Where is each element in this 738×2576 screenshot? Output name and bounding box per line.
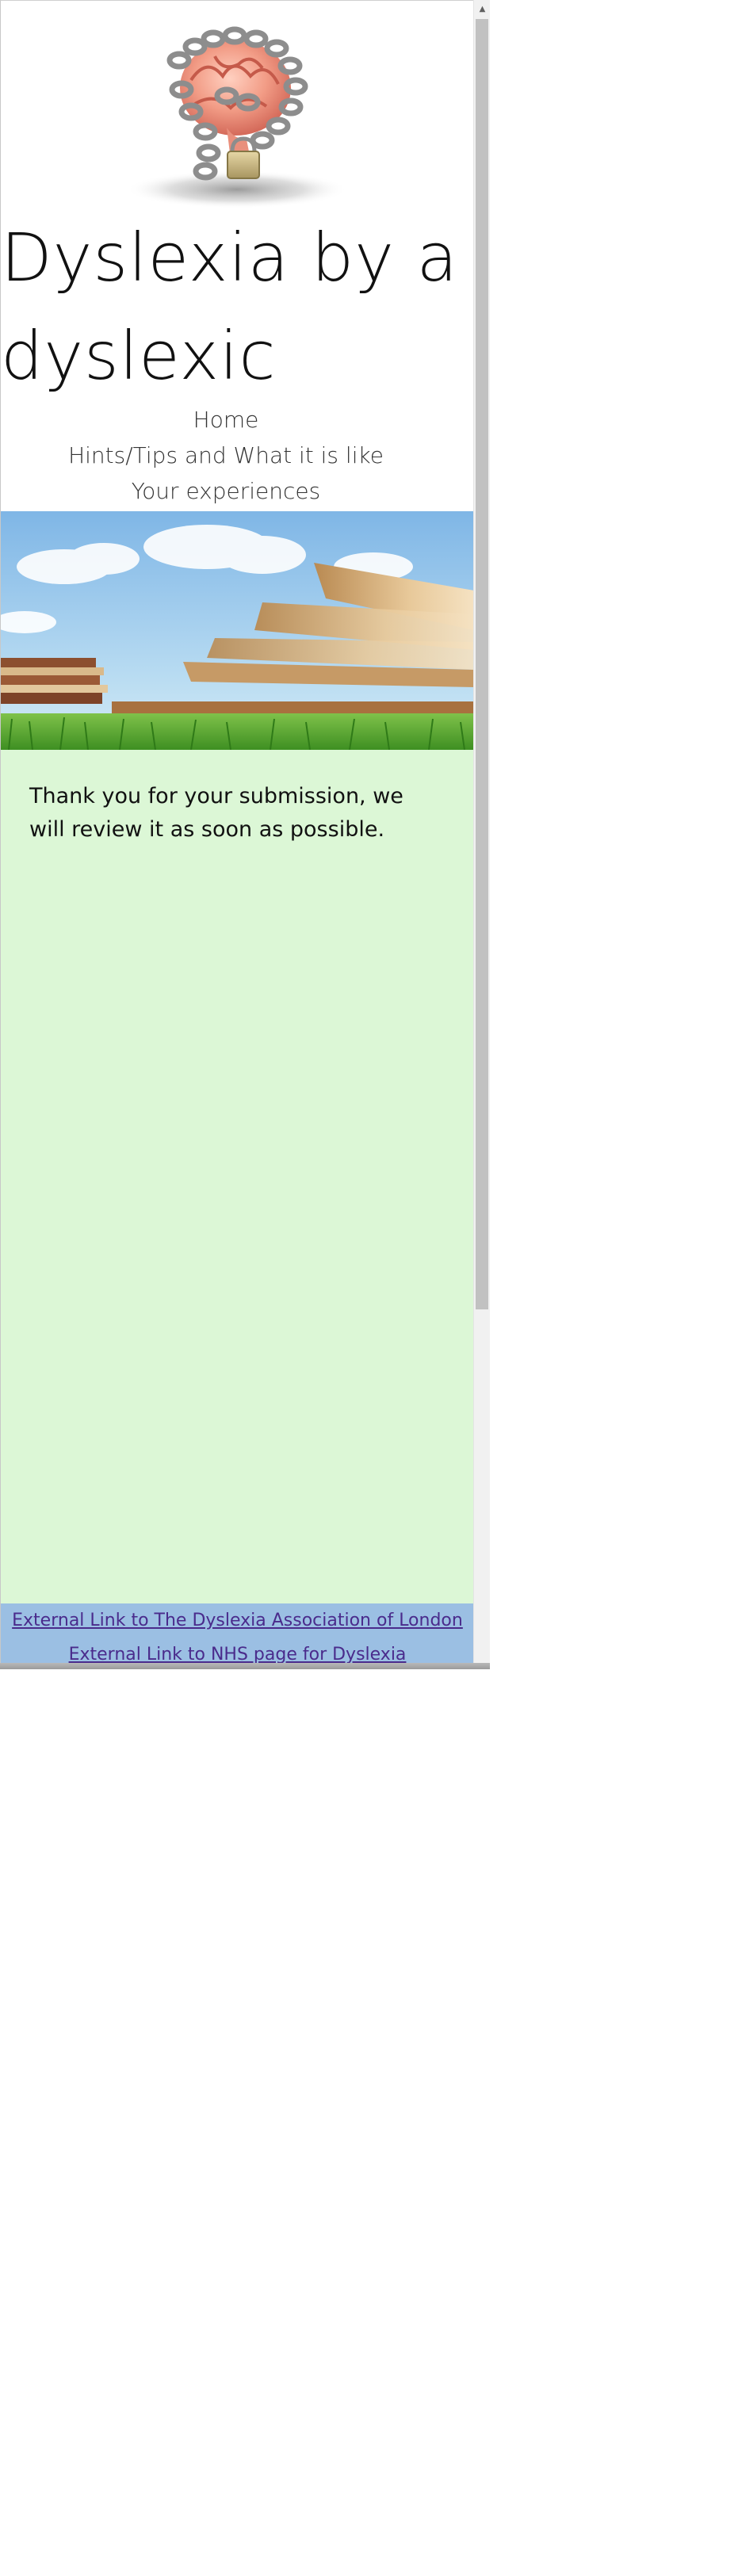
nav-link-home[interactable]: Home — [1, 402, 451, 438]
main-navigation: Home Hints/Tips and What it is like Your… — [1, 402, 451, 509]
footer: External Link to The Dyslexia Associatio… — [1, 1603, 474, 1669]
submission-confirmation-message: Thank you for your submission, we will r… — [29, 784, 403, 842]
page: Dyslexia by a dyslexic Home Hints/Tips a… — [0, 0, 474, 1669]
books-on-grass-image — [1, 511, 474, 750]
viewport-bottom-edge — [0, 1663, 490, 1669]
scroll-up-arrow-icon[interactable]: ▲ — [474, 0, 490, 19]
nav-link-your-experiences[interactable]: Your experiences — [1, 473, 451, 509]
scrollbar-thumb[interactable] — [476, 19, 488, 1309]
main-content: Thank you for your submission, we will r… — [1, 750, 474, 1603]
vertical-scrollbar[interactable]: ▲ — [473, 0, 490, 1663]
chained-brain-padlock-icon — [126, 26, 348, 208]
browser-viewport: Dyslexia by a dyslexic Home Hints/Tips a… — [0, 0, 490, 1669]
footer-link-dyslexia-association-london[interactable]: External Link to The Dyslexia Associatio… — [1, 1603, 474, 1638]
site-logo — [1, 1, 474, 213]
site-title: Dyslexia by a dyslexic — [1, 219, 459, 395]
nav-link-hints-tips[interactable]: Hints/Tips and What it is like — [1, 438, 451, 473]
